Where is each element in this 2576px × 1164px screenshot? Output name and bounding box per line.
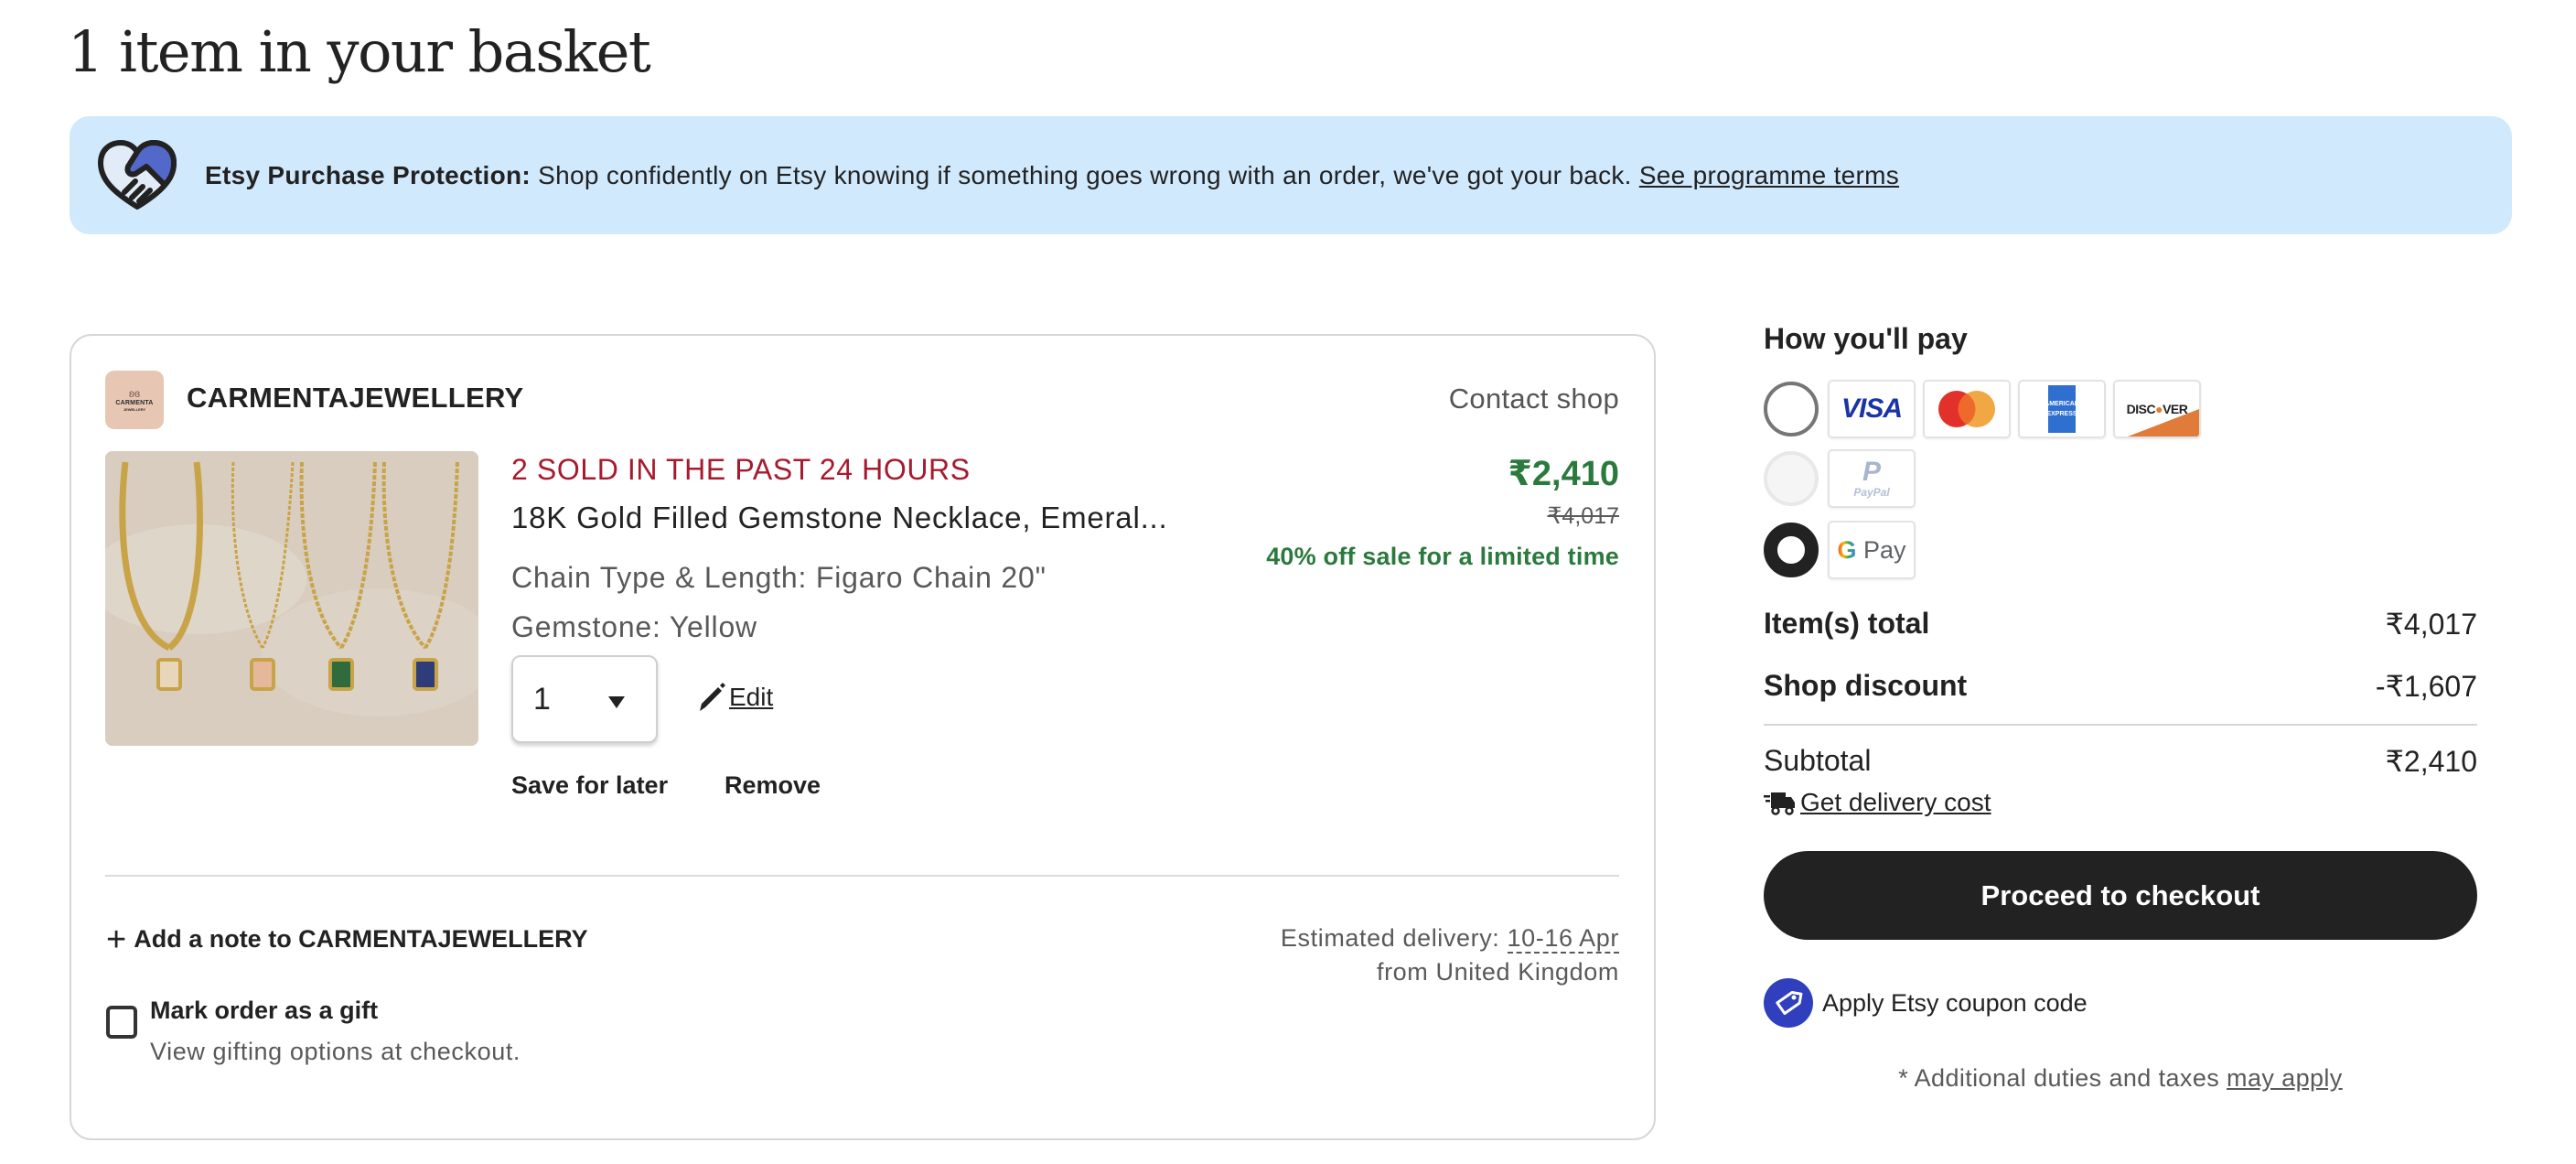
page-title: 1 item in your basket bbox=[68, 18, 651, 85]
apply-coupon-button[interactable]: Apply Etsy coupon code bbox=[1764, 978, 2477, 1028]
payment-option-paypal: P PayPal bbox=[1764, 449, 2477, 508]
avatar-text: CARMENTA bbox=[115, 399, 154, 406]
shop-basket-card: ʚɞ CARMENTA JEWELLERY CARMENTAJEWELLERY … bbox=[70, 334, 1656, 1140]
shop-name[interactable]: CARMENTAJEWELLERY bbox=[187, 382, 524, 415]
duties-note: * Additional duties and taxes may apply bbox=[1764, 1064, 2477, 1093]
variation-chain: Chain Type & Length: Figaro Chain 20" bbox=[511, 561, 1046, 594]
payment-option-card[interactable]: VISA AMERICAN EXPRESS DISC●VER bbox=[1764, 380, 2477, 438]
gpay-logo-icon: G Pay bbox=[1828, 521, 1916, 579]
sale-note: 40% off sale for a limited time bbox=[1266, 543, 1619, 570]
shop-avatar[interactable]: ʚɞ CARMENTA JEWELLERY bbox=[105, 371, 164, 429]
may-apply-link[interactable]: may apply bbox=[2227, 1064, 2343, 1092]
duties-text: * Additional duties and taxes bbox=[1898, 1064, 2227, 1092]
shop-discount-value: -₹1,607 bbox=[2375, 670, 2477, 703]
delivery-truck-icon bbox=[1764, 792, 1795, 815]
gem-2 bbox=[250, 658, 275, 691]
card-radio[interactable] bbox=[1764, 382, 1819, 436]
see-programme-terms-link[interactable]: See programme terms bbox=[1639, 161, 1899, 189]
summary-divider bbox=[1764, 724, 2477, 726]
paypal-logo-icon: P PayPal bbox=[1828, 449, 1916, 508]
payment-title: How you'll pay bbox=[1764, 322, 1968, 355]
get-delivery-cost-label: Get delivery cost bbox=[1800, 788, 1991, 816]
plus-icon: + bbox=[106, 920, 127, 959]
proceed-to-checkout-button[interactable]: Proceed to checkout bbox=[1764, 851, 2477, 940]
gift-label[interactable]: Mark order as a gift bbox=[150, 997, 521, 1025]
original-price: ₹4,017 bbox=[1547, 503, 1619, 529]
amex-logo-icon: AMERICAN EXPRESS bbox=[2018, 380, 2106, 438]
items-total-label: Item(s) total bbox=[1764, 607, 1930, 640]
banner-message: Shop confidently on Etsy knowing if some… bbox=[531, 160, 1639, 189]
delivery-date-range[interactable]: 10-16 Apr bbox=[1507, 924, 1619, 954]
gift-option: Mark order as a gift View gifting option… bbox=[106, 997, 521, 1066]
quantity-select[interactable]: 1 bbox=[511, 655, 658, 743]
items-total-row: Item(s) total ₹4,017 bbox=[1764, 607, 2477, 641]
variation-gemstone: Gemstone: Yellow bbox=[511, 610, 757, 643]
delivery-prefix: Estimated delivery: bbox=[1280, 924, 1508, 952]
quantity-value: 1 bbox=[533, 681, 551, 717]
add-note-label: Add a note to CARMENTAJEWELLERY bbox=[134, 925, 588, 953]
get-delivery-cost-link[interactable]: Get delivery cost bbox=[1764, 788, 2477, 817]
save-for-later-button[interactable]: Save for later bbox=[511, 771, 668, 800]
estimated-delivery: Estimated delivery: 10-16 Apr from Unite… bbox=[1281, 922, 1619, 989]
handshake-heart-icon bbox=[98, 139, 177, 210]
edit-label: Edit bbox=[729, 683, 774, 711]
shop-discount-label: Shop discount bbox=[1764, 669, 1968, 702]
gem-3 bbox=[328, 658, 354, 691]
visa-logo-icon: VISA bbox=[1828, 380, 1916, 438]
subtotal-row: Subtotal ₹2,410 bbox=[1764, 744, 2477, 779]
banner-bold-label: Etsy Purchase Protection: bbox=[205, 160, 531, 189]
gem-1 bbox=[156, 658, 182, 691]
card-divider bbox=[105, 875, 1619, 877]
purchase-protection-banner: Etsy Purchase Protection: Shop confident… bbox=[70, 116, 2512, 234]
banner-text: Etsy Purchase Protection: Shop confident… bbox=[205, 161, 1899, 190]
gift-sublabel: View gifting options at checkout. bbox=[150, 1038, 521, 1065]
product-title-link[interactable]: 18K Gold Filled Gemstone Necklace, Emera… bbox=[511, 501, 1170, 535]
product-image[interactable] bbox=[105, 451, 478, 746]
current-price: ₹2,410 bbox=[1508, 455, 1619, 493]
coupon-tag-icon bbox=[1764, 978, 1813, 1028]
discover-logo-icon: DISC●VER bbox=[2113, 380, 2201, 438]
gpay-radio[interactable] bbox=[1764, 523, 1819, 577]
payment-option-gpay[interactable]: G Pay bbox=[1764, 521, 2477, 579]
add-note-button[interactable]: + Add a note to CARMENTAJEWELLERY bbox=[106, 920, 588, 959]
paypal-radio bbox=[1764, 451, 1819, 506]
necklaces-illustration bbox=[105, 451, 478, 746]
items-total-value: ₹4,017 bbox=[2385, 608, 2477, 641]
delivery-origin: from United Kingdom bbox=[1376, 958, 1619, 986]
shop-discount-row: Shop discount -₹1,607 bbox=[1764, 669, 2477, 704]
avatar-subtext: JEWELLERY bbox=[123, 406, 146, 412]
apply-coupon-label: Apply Etsy coupon code bbox=[1822, 988, 2088, 1017]
mastercard-logo-icon bbox=[1923, 380, 2011, 438]
subtotal-value: ₹2,410 bbox=[2385, 745, 2477, 778]
pencil-icon bbox=[700, 683, 725, 711]
order-summary-panel: How you'll pay VISA AMERICAN EXPRESS DISC… bbox=[1764, 320, 2477, 1093]
sold-count-badge: 2 SOLD IN THE PAST 24 HOURS bbox=[511, 453, 971, 486]
subtotal-label: Subtotal bbox=[1764, 744, 1872, 777]
edit-item-link[interactable]: Edit bbox=[696, 682, 773, 713]
contact-shop-link[interactable]: Contact shop bbox=[1449, 383, 1619, 415]
gift-checkbox[interactable] bbox=[106, 1006, 137, 1039]
caret-down-icon bbox=[608, 696, 625, 708]
remove-button[interactable]: Remove bbox=[724, 771, 821, 800]
gem-4 bbox=[413, 658, 438, 691]
butterfly-logo-icon: ʚɞ bbox=[128, 386, 141, 400]
